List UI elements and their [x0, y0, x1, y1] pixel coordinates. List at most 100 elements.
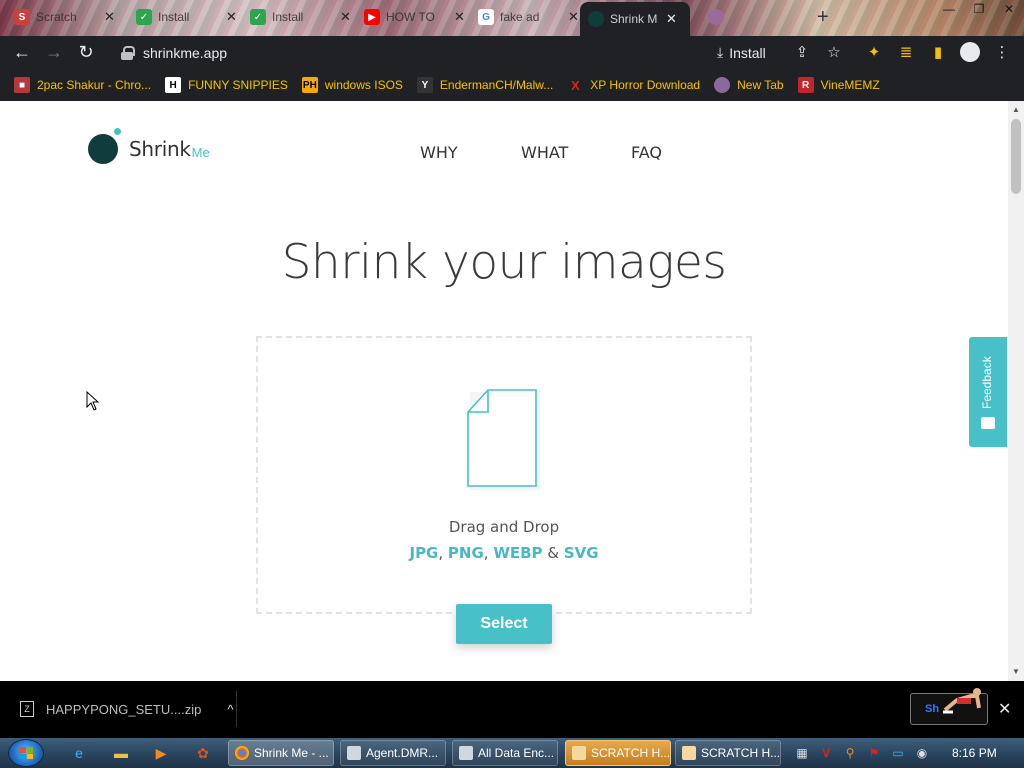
- windows-taskbar: e ▬ ▶ ✿ Shrink Me - ... Agent.DMR... All…: [0, 738, 1024, 768]
- bookmark-label: FUNNY SNIPPIES: [188, 78, 288, 92]
- menu-icon[interactable]: ⋮: [992, 42, 1012, 62]
- minimize-icon[interactable]: —: [934, 0, 964, 18]
- tab-google[interactable]: G fake ad ✕: [470, 2, 587, 32]
- scrollbar-thumb[interactable]: [1011, 119, 1021, 194]
- close-icon[interactable]: ✕: [568, 9, 579, 25]
- chrome-icon: [235, 746, 249, 760]
- select-button[interactable]: Select: [456, 604, 552, 644]
- r-icon: R: [797, 77, 814, 93]
- site-logo[interactable]: Shrink Me: [88, 128, 210, 164]
- reload-icon[interactable]: ↻: [70, 37, 102, 69]
- profile-icon[interactable]: [960, 42, 980, 62]
- youtube-icon: ▶: [364, 9, 380, 25]
- nav-what[interactable]: WHAT: [521, 143, 568, 162]
- share-icon[interactable]: ⇪: [792, 42, 812, 62]
- new-tab-button[interactable]: +: [817, 6, 829, 29]
- bookmark-item[interactable]: ■ 2pac Shakur - Chro...: [14, 77, 151, 93]
- chevron-up-icon[interactable]: ^: [227, 702, 233, 717]
- app-icon[interactable]: ✿: [192, 742, 214, 764]
- scroll-up-icon[interactable]: ▲: [1012, 105, 1020, 114]
- task-label: Shrink Me - ...: [254, 746, 329, 760]
- task-label: SCRATCH H...: [591, 746, 671, 760]
- tray-monitor-icon[interactable]: ▭: [890, 745, 906, 761]
- restore-icon[interactable]: ❐: [964, 0, 994, 18]
- close-window-icon[interactable]: ✕: [994, 0, 1024, 18]
- tab-youtube[interactable]: ▶ HOW TO ✕: [356, 2, 473, 32]
- scroll-down-icon[interactable]: ▼: [1012, 667, 1020, 676]
- start-button[interactable]: [8, 739, 44, 767]
- scratch-icon: [682, 746, 696, 760]
- x-icon: X: [570, 77, 580, 93]
- taskbar-task[interactable]: Agent.DMR...: [340, 740, 446, 766]
- tab-title: HOW TO: [386, 10, 435, 24]
- tray-app-icon[interactable]: ▦: [794, 745, 810, 761]
- folder-icon[interactable]: ▬: [110, 742, 132, 764]
- close-icon[interactable]: ✕: [666, 11, 677, 27]
- tray-flag-icon[interactable]: ⚑: [866, 745, 882, 761]
- tray-v-icon[interactable]: V: [818, 745, 834, 761]
- taskbar-task[interactable]: SCRATCH H...: [675, 740, 781, 766]
- back-icon[interactable]: ←: [6, 37, 38, 69]
- bookmark-item[interactable]: H FUNNY SNIPPIES: [165, 77, 288, 93]
- lock-icon[interactable]: [121, 45, 135, 60]
- close-icon[interactable]: ✕: [998, 699, 1011, 719]
- internet-explorer-icon[interactable]: e: [68, 742, 90, 764]
- bookmark-item[interactable]: X XP Horror Download: [567, 77, 700, 93]
- logo-name: Shrink: [129, 137, 191, 161]
- tab-title: Install: [272, 10, 304, 24]
- install-app-button[interactable]: ⤓ Install: [717, 44, 766, 61]
- bookmark-item[interactable]: PH windows ISOS: [301, 77, 403, 93]
- window-icon: [459, 746, 473, 760]
- feedback-tab[interactable]: Feedback: [969, 337, 1007, 447]
- tab-install-2[interactable]: ✓ Install ✕: [242, 2, 359, 32]
- window-icon: [347, 746, 361, 760]
- tray-search-icon[interactable]: ⚲: [842, 745, 858, 761]
- windows-flag-icon: [19, 747, 33, 759]
- forward-icon[interactable]: →: [38, 37, 70, 69]
- task-label: All Data Enc...: [478, 746, 555, 760]
- close-icon[interactable]: ✕: [340, 9, 351, 25]
- tab-title: fake ad: [500, 10, 540, 24]
- tab-scratch[interactable]: S Scratch ✕: [6, 2, 123, 32]
- close-icon[interactable]: ✕: [104, 9, 115, 25]
- download-bar: Z HAPPYPONG_SETU....zip ^ Sh ✕: [0, 681, 1024, 738]
- page-scrollbar[interactable]: ▲ ▼: [1008, 101, 1024, 681]
- star-icon[interactable]: ☆: [824, 42, 844, 62]
- download-icon: ⤓: [717, 44, 724, 60]
- drop-zone[interactable]: Drag and Drop JPG, PNG, WEBP & SVG: [256, 336, 752, 614]
- bookmark-item[interactable]: New Tab: [714, 77, 784, 93]
- taskbar-task[interactable]: Shrink Me - ...: [228, 740, 334, 766]
- taskbar-task[interactable]: SCRATCH H...: [565, 740, 671, 766]
- format-png: PNG: [447, 544, 484, 562]
- format-webp: WEBP: [493, 544, 543, 562]
- extensions-icon[interactable]: ✦: [864, 42, 884, 62]
- bookmark-item[interactable]: Y EndermanCH/Malw...: [416, 77, 553, 93]
- bookmark-item[interactable]: R VineMEMZ: [797, 77, 880, 93]
- media-icon[interactable]: ≣: [896, 42, 916, 62]
- nav-faq[interactable]: FAQ: [631, 143, 662, 162]
- tab-title: Scratch: [36, 10, 77, 24]
- zip-file-icon: Z: [20, 701, 34, 717]
- download-item[interactable]: Z HAPPYPONG_SETU....zip ^: [20, 701, 233, 717]
- tab-shrinkme[interactable]: Shrink M ✕: [580, 2, 690, 36]
- format-jpg: JPG: [409, 544, 439, 562]
- close-icon[interactable]: ✕: [226, 9, 237, 25]
- tab-extra[interactable]: [700, 2, 732, 32]
- taskbar-task[interactable]: All Data Enc...: [452, 740, 558, 766]
- tray-volume-icon[interactable]: ◉: [914, 745, 930, 761]
- media-player-icon[interactable]: ▶: [150, 742, 172, 764]
- tab-install-1[interactable]: ✓ Install ✕: [128, 2, 245, 32]
- google-icon: G: [478, 9, 494, 25]
- bookmarks-bar: ■ 2pac Shakur - Chro... H FUNNY SNIPPIES…: [0, 69, 1024, 101]
- taskbar-clock[interactable]: 8:16 PM: [952, 746, 997, 760]
- url-text[interactable]: shrinkme.app: [143, 45, 227, 61]
- scratch-icon: S: [14, 9, 30, 25]
- nav-why[interactable]: WHY: [420, 143, 458, 162]
- window-controls: — ❐ ✕: [934, 0, 1024, 18]
- sidepanel-icon[interactable]: ▮: [928, 42, 948, 62]
- close-icon[interactable]: ✕: [454, 9, 465, 25]
- install-label: Install: [729, 44, 766, 61]
- chat-icon: [981, 417, 995, 429]
- ad-banner[interactable]: Sh: [910, 688, 988, 725]
- globe-icon: [708, 9, 724, 25]
